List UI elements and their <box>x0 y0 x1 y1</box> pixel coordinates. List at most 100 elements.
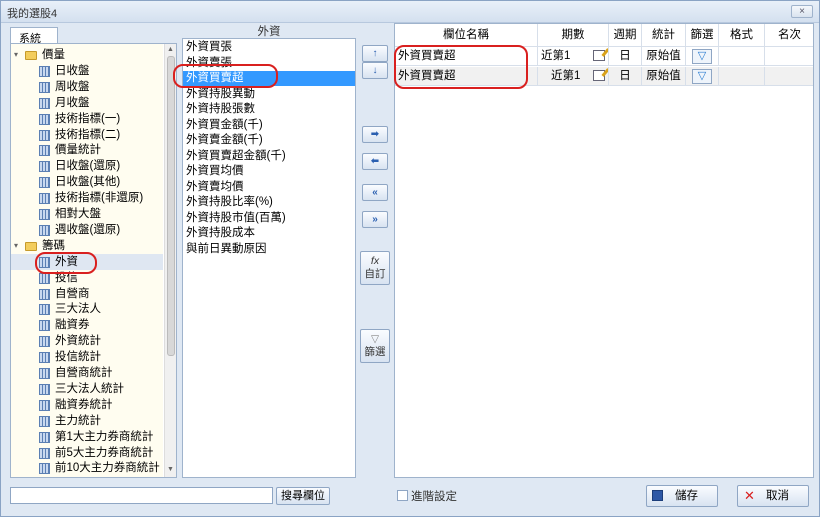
search-field-button[interactable]: 搜尋欄位 <box>276 487 330 505</box>
tree-item[interactable]: 技術指標(二) <box>11 127 163 143</box>
tree-item[interactable]: 日收盤(還原) <box>11 158 163 174</box>
table-icon <box>39 97 50 109</box>
highlight-oval-middle <box>173 64 278 88</box>
field-list-item[interactable]: 外資持股張數 <box>183 102 355 117</box>
field-list-item[interactable]: 外資持股比率(%) <box>183 195 355 210</box>
dialog-window: 我的選股4 × 系統 ▾ 價量 日收盤 周收盤 月收盤 技術指標(一) 技術指標(二) 價量統… <box>0 0 820 517</box>
field-list-item[interactable]: 外資賣金額(千) <box>183 133 355 148</box>
tree-item[interactable]: 融資券統計 <box>11 397 163 413</box>
selected-fields-grid: 欄位名稱 期數 週期 統計 篩選 格式 名次 外資買賣超 近第1 日原始值 ▽ 外資買賣超 近第1 日原始… <box>394 23 814 478</box>
tree-item[interactable]: 投信統計 <box>11 349 163 365</box>
column-header[interactable]: 篩選 <box>686 24 719 47</box>
table-icon <box>39 399 50 411</box>
field-list-item[interactable]: 與前日異動原因 <box>183 242 355 257</box>
format-cell[interactable] <box>719 67 765 86</box>
tree-item[interactable]: 周收盤 <box>11 79 163 95</box>
custom-button-label: 自訂 <box>364 268 386 280</box>
tree-item-label: 自營商統計 <box>55 367 113 379</box>
tree-item[interactable]: 技術指標(非還原) <box>11 190 163 206</box>
filter-cell[interactable]: ▽ <box>686 47 719 66</box>
edit-icon[interactable] <box>593 50 605 61</box>
expand-toggle-icon[interactable]: ▾ <box>14 47 22 63</box>
cycle-cell-text: 日 <box>619 50 631 62</box>
fx-icon: fx <box>370 255 380 267</box>
field-list-item[interactable]: 外資買均價 <box>183 164 355 179</box>
tab-system[interactable]: 系統 <box>10 27 58 45</box>
tree-item[interactable]: 週收盤(還原) <box>11 222 163 238</box>
search-input[interactable] <box>10 487 273 504</box>
column-header[interactable]: 統計 <box>642 24 686 47</box>
close-button[interactable]: × <box>791 5 813 18</box>
table-icon <box>39 352 50 364</box>
tree-item-label: 前5大主力券商統計 <box>55 446 154 459</box>
tree-item[interactable]: 日收盤(其他) <box>11 174 163 190</box>
remove-field-button[interactable]: ⬅ <box>362 153 388 170</box>
period-cell-text: 近第1 <box>541 50 571 62</box>
tree-item[interactable]: 第1大主力券商統計 <box>11 429 163 445</box>
column-header[interactable]: 名次 <box>765 24 813 47</box>
tree-item[interactable]: 外資統計 <box>11 333 163 349</box>
filter-funnel-icon[interactable]: ▽ <box>692 69 712 84</box>
tree-item-label: 價量 <box>42 49 65 61</box>
period-cell[interactable]: 近第1 <box>538 67 609 86</box>
column-header[interactable]: 週期 <box>609 24 642 47</box>
tree-item-label: 主力統計 <box>55 414 101 427</box>
column-header[interactable]: 欄位名稱 <box>395 24 538 47</box>
custom-button[interactable]: fx 自訂 <box>360 251 390 285</box>
tree-item[interactable]: 相對大盤 <box>11 206 163 222</box>
stat-cell[interactable]: 原始值 <box>642 47 686 66</box>
cycle-cell[interactable]: 日 <box>609 67 642 86</box>
move-down-button[interactable]: ↓ <box>362 62 388 79</box>
tree-item[interactable]: 三大法人 <box>11 301 163 317</box>
cycle-cell[interactable]: 日 <box>609 47 642 66</box>
filter-button[interactable]: ▽ 篩選 <box>360 329 390 363</box>
format-cell[interactable] <box>719 47 765 66</box>
table-icon <box>39 81 50 93</box>
field-list-item[interactable]: 外資持股市值(百萬) <box>183 211 355 226</box>
table-icon <box>39 304 50 316</box>
field-list-item[interactable]: 外資買賣超金額(千) <box>183 149 355 164</box>
tree-item[interactable]: 前10大主力券商統計 <box>11 460 163 476</box>
folder-icon <box>25 241 37 251</box>
scroll-down-icon[interactable]: ▼ <box>167 466 174 473</box>
tree-scrollbar[interactable]: ▲ ▼ <box>164 44 176 477</box>
field-list-item[interactable]: 外資持股異動 <box>183 87 355 102</box>
edit-icon[interactable] <box>593 70 605 81</box>
tree-item[interactable]: 技術指標(一) <box>11 111 163 127</box>
tree-item[interactable]: 自營商統計 <box>11 365 163 381</box>
filter-funnel-icon[interactable]: ▽ <box>692 49 712 64</box>
move-up-button[interactable]: ↑ <box>362 45 388 62</box>
expand-toggle-icon[interactable]: ▾ <box>14 238 22 254</box>
tree-item[interactable]: 前5大主力券商統計 <box>11 445 163 461</box>
rank-cell[interactable] <box>765 47 813 66</box>
scroll-up-icon[interactable]: ▲ <box>167 46 174 53</box>
table-icon <box>39 415 50 427</box>
tree-item[interactable]: 融資券 <box>11 317 163 333</box>
field-list-item[interactable]: 外資持股成本 <box>183 226 355 241</box>
scrollbar-thumb[interactable] <box>167 56 175 356</box>
tree-item[interactable]: 價量統計 <box>11 142 163 158</box>
tree-item[interactable]: 自營商 <box>11 286 163 302</box>
table-icon <box>39 368 50 379</box>
field-list-item[interactable]: 外資買金額(千) <box>183 118 355 133</box>
stat-cell[interactable]: 原始值 <box>642 67 686 86</box>
field-list-item[interactable]: 外資賣均價 <box>183 180 355 195</box>
column-header[interactable]: 格式 <box>719 24 765 47</box>
add-field-button[interactable]: ➡ <box>362 126 388 143</box>
field-list-header: 外資 <box>257 26 281 38</box>
remove-all-button[interactable]: « <box>362 184 388 201</box>
tree-folder[interactable]: ▾ 價量 <box>11 47 163 63</box>
save-button[interactable]: 儲存 <box>646 485 718 507</box>
tree-item[interactable]: 三大法人統計 <box>11 381 163 397</box>
period-cell[interactable]: 近第1 <box>538 47 609 66</box>
cancel-button[interactable]: ✕ 取消 <box>737 485 809 507</box>
column-header[interactable]: 期數 <box>538 24 609 47</box>
tree-item[interactable]: 日收盤 <box>11 63 163 79</box>
rank-cell[interactable] <box>765 67 813 86</box>
tree-item[interactable]: 主力統計 <box>11 413 163 429</box>
advanced-settings-checkbox[interactable] <box>397 490 408 501</box>
filter-cell[interactable]: ▽ <box>686 67 719 86</box>
add-all-button[interactable]: » <box>362 211 388 228</box>
tree-item[interactable]: 月收盤 <box>11 95 163 111</box>
field-list-item[interactable]: 外資買張 <box>183 40 355 55</box>
